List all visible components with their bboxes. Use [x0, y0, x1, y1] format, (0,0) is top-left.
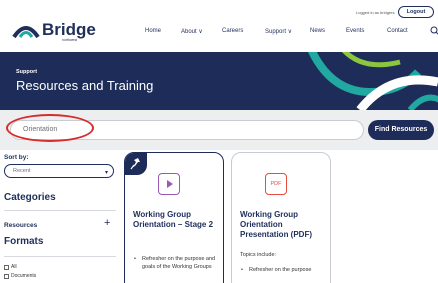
card-title[interactable]: Working Group Orientation – Stage 2	[133, 210, 223, 230]
formats-heading: Formats	[4, 236, 44, 247]
nav-contact[interactable]: Contact	[387, 28, 408, 34]
video-play-icon	[158, 173, 180, 195]
pdf-icon: PDF	[265, 173, 287, 195]
nav-support[interactable]: Support ∨	[265, 28, 292, 35]
pinned-badge	[125, 153, 147, 175]
checkbox[interactable]	[4, 273, 9, 279]
filter-sidebar: Sort by: Recent ▾ Categories Resources +…	[0, 150, 120, 283]
format-option-label: Documents	[11, 273, 37, 279]
divider	[4, 210, 116, 211]
card-intro: Topics include:	[240, 252, 277, 258]
checkbox[interactable]	[4, 264, 9, 270]
card-title[interactable]: Working Group Orientation Presentation (…	[240, 210, 330, 240]
highlight-annotation	[6, 114, 94, 142]
page-title: Resources and Training	[16, 78, 154, 93]
chevron-down-icon: ▾	[104, 170, 108, 176]
nav-home[interactable]: Home	[145, 28, 161, 34]
site-header: Bridge northwest Logged in as bridgers L…	[0, 0, 438, 52]
nav-careers[interactable]: Careers	[222, 28, 243, 34]
categories-heading: Categories	[4, 192, 56, 203]
login-status: Logged in as bridgers	[356, 10, 395, 15]
sort-value: Recent	[13, 168, 31, 174]
resource-card[interactable]: Working Group Orientation – Stage 2 Refr…	[124, 152, 224, 283]
logout-button[interactable]: Logout	[398, 6, 434, 18]
search-icon[interactable]	[430, 26, 438, 36]
resources-category[interactable]: Resources	[4, 222, 37, 229]
pdf-icon-label: PDF	[270, 181, 282, 187]
resource-card[interactable]: PDF Working Group Orientation Presentati…	[231, 152, 331, 283]
format-option-all[interactable]: All	[4, 264, 17, 270]
format-option-label: All	[11, 264, 17, 270]
nav-news[interactable]: News	[310, 28, 325, 34]
sort-label: Sort by:	[4, 154, 29, 161]
banner-wave-graphic	[307, 52, 438, 110]
divider	[4, 256, 116, 257]
page-banner: Support Resources and Training	[0, 52, 438, 110]
play-icon	[167, 180, 173, 188]
pin-icon	[130, 158, 140, 170]
expand-plus-icon[interactable]: +	[104, 217, 110, 229]
banner-eyebrow: Support	[16, 69, 38, 75]
card-description: Refresher on the purpose and goals of th…	[133, 255, 223, 271]
sort-select[interactable]: Recent ▾	[4, 164, 114, 178]
format-option-documents[interactable]: Documents	[4, 273, 36, 279]
main-nav: Home About ∨ Careers Support ∨ News Even…	[0, 28, 438, 38]
nav-events[interactable]: Events	[346, 28, 364, 34]
brand-tagline: northwest	[62, 38, 78, 42]
resource-search-bar: Orientation Find Resources	[0, 110, 438, 150]
card-description: Topics include: Refresher on the purpose	[240, 251, 330, 274]
nav-about[interactable]: About ∨	[181, 28, 203, 35]
card-bullet: Refresher on the purpose and goals of th…	[133, 255, 223, 271]
find-resources-button[interactable]: Find Resources	[368, 120, 434, 140]
card-bullet: Refresher on the purpose	[240, 266, 330, 274]
